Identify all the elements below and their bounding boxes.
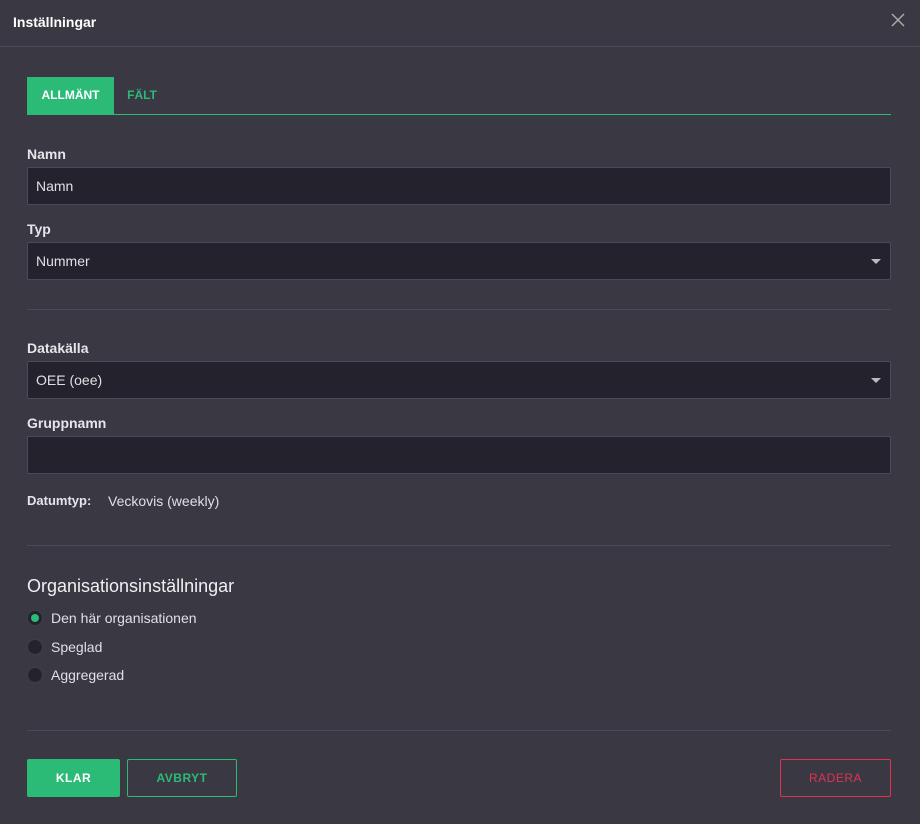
tab-bar: ALLMÄNT FÄLT [27,77,891,115]
dialog-title: Inställningar [13,14,97,30]
radio-aggregated[interactable]: Aggregerad [27,667,124,683]
type-select[interactable]: Nummer [27,242,891,280]
delete-button[interactable]: RADERA [780,759,891,797]
cancel-button[interactable]: AVBRYT [127,759,237,797]
tab-fields[interactable]: FÄLT [114,77,170,114]
divider [27,545,891,546]
group-label: Gruppnamn [27,415,107,431]
type-value: Nummer [36,253,90,269]
chevron-down-icon [871,378,881,383]
source-label: Datakälla [27,340,89,356]
name-input[interactable]: Namn [27,167,891,205]
radio-this-org[interactable]: Den här organisationen [27,610,197,626]
source-select[interactable]: OEE (oee) [27,361,891,399]
tab-general[interactable]: ALLMÄNT [27,77,114,114]
org-settings-heading: Organisationsinställningar [27,576,235,596]
radio-unchecked-icon [27,667,43,683]
source-value: OEE (oee) [36,372,103,388]
radio-mirrored[interactable]: Speglad [27,639,102,655]
datetype-value: Veckovis (weekly) [108,493,220,509]
divider [27,309,891,310]
name-label: Namn [27,146,66,162]
datetype-label: Datumtyp: [27,493,92,508]
group-input[interactable] [27,436,891,474]
type-label: Typ [27,221,51,237]
radio-unchecked-icon [27,639,43,655]
radio-checked-icon [27,610,43,626]
dialog-header: Inställningar [0,0,920,47]
radio-label: Den här organisationen [51,610,197,626]
divider [27,730,891,731]
chevron-down-icon [871,259,881,264]
done-button[interactable]: KLAR [27,759,120,797]
close-icon[interactable] [890,12,906,28]
radio-label: Speglad [51,639,103,655]
radio-label: Aggregerad [51,667,125,683]
